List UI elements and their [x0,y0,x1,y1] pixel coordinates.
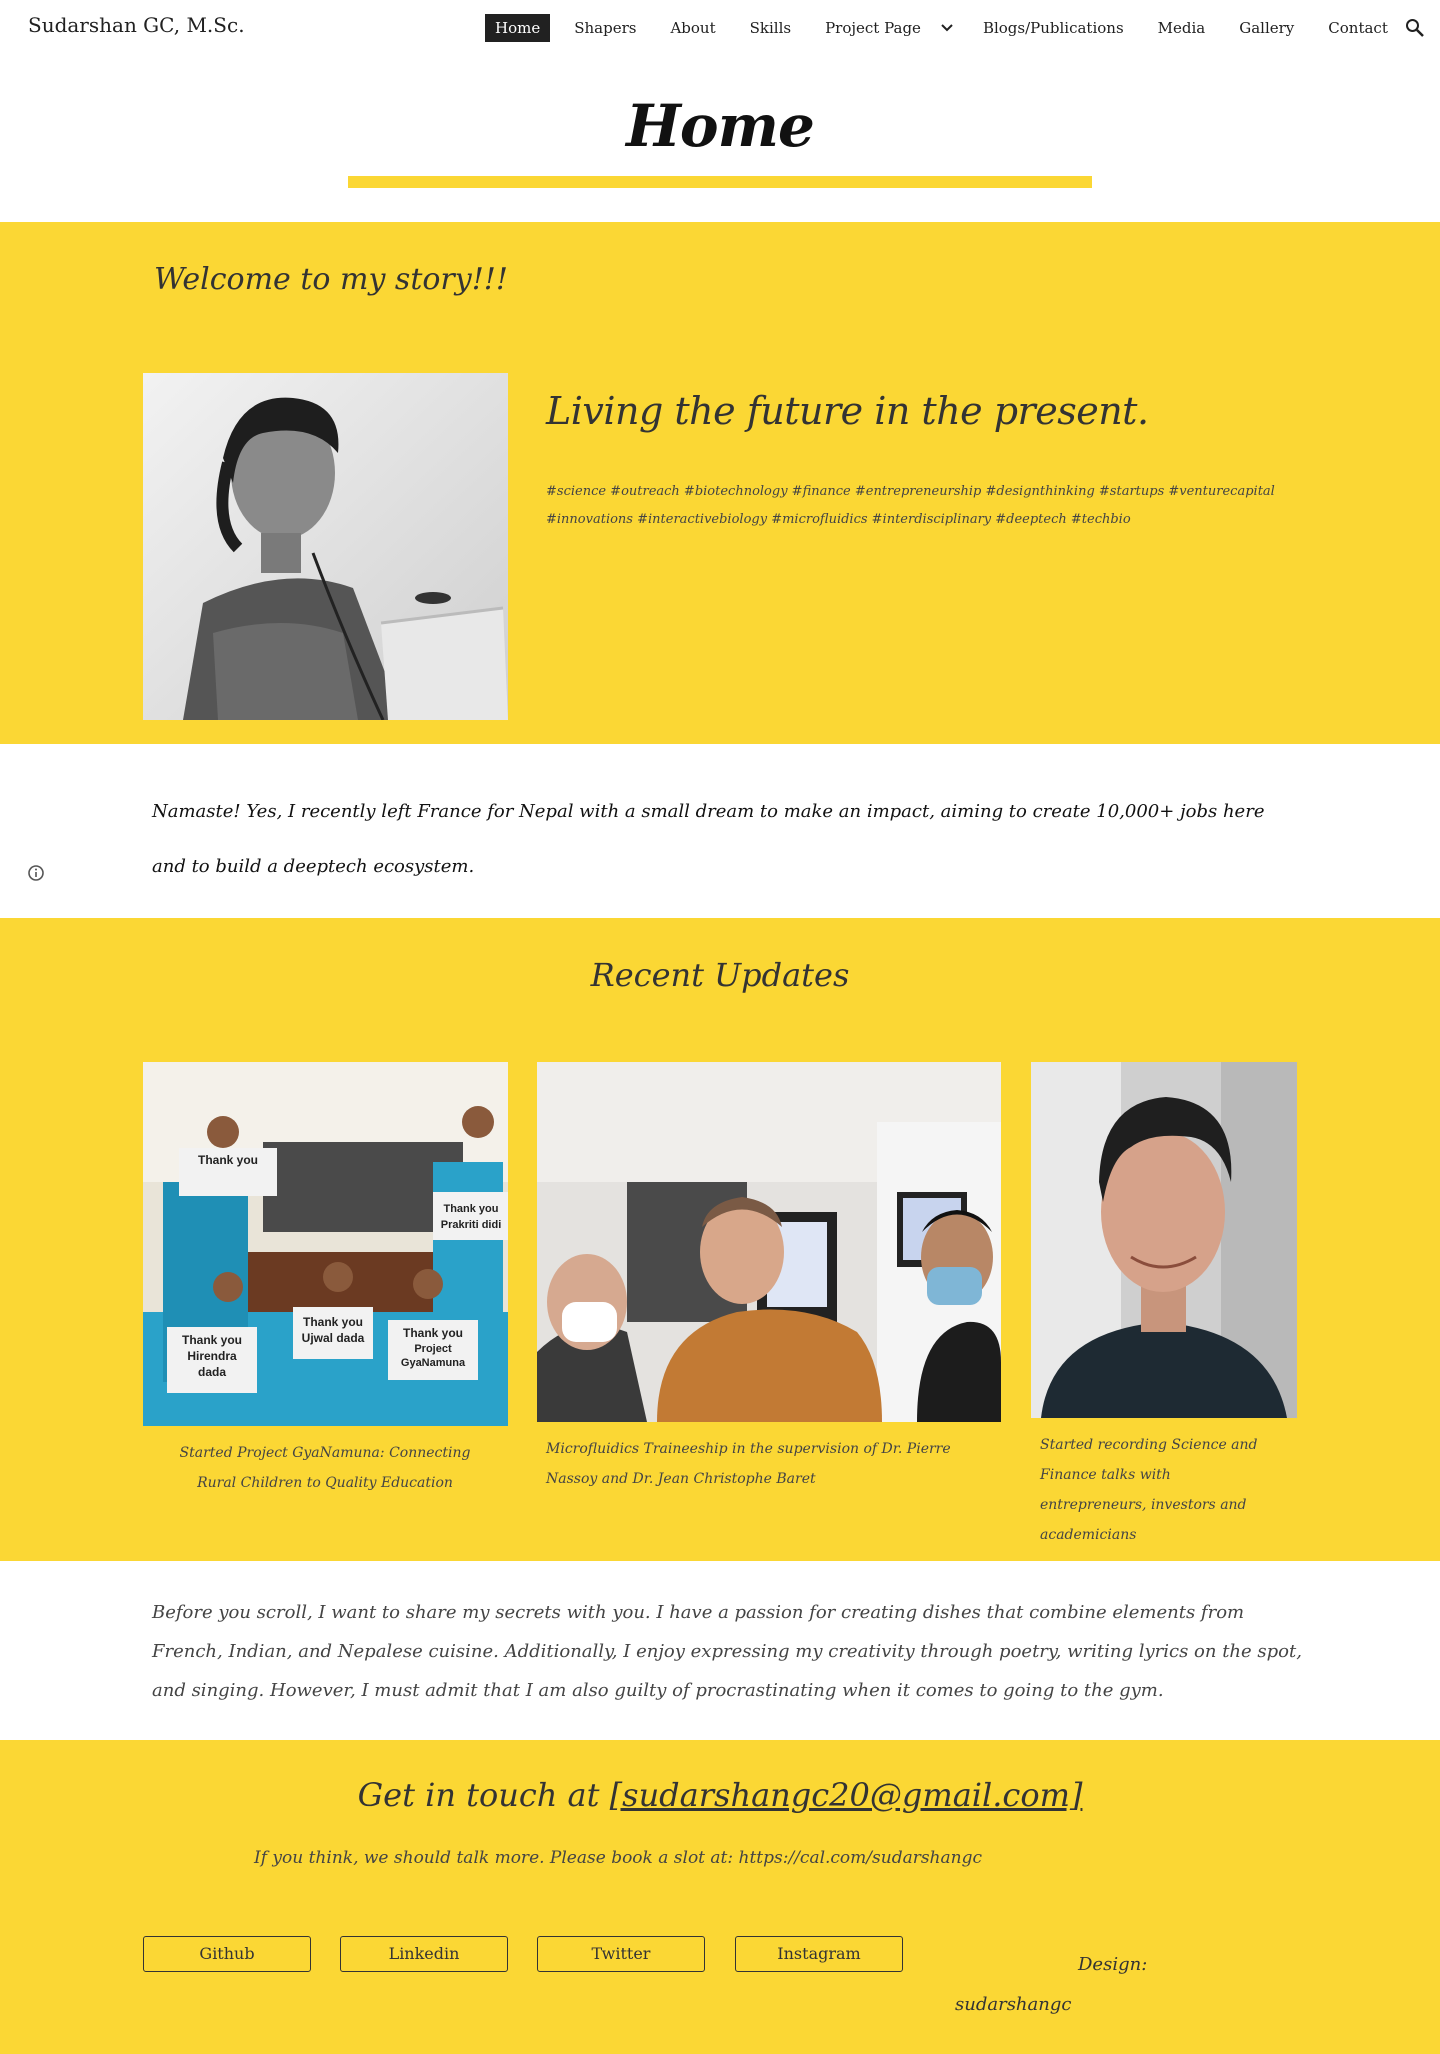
main-nav: Home Shapers About Skills Project Page B… [485,13,1412,43]
svg-text:Project: Project [414,1343,452,1355]
nav-item-shapers[interactable]: Shapers [564,14,646,42]
intro-section: Namaste! Yes, I recently left France for… [0,744,1440,918]
nav-item-about[interactable]: About [660,14,725,42]
talks-recording-photo [1031,1062,1297,1418]
search-icon[interactable] [1403,16,1427,40]
title-underline [348,176,1092,188]
svg-text:dada: dada [198,1365,226,1379]
github-button[interactable]: Github [143,1936,311,1972]
booking-text[interactable]: If you think, we should talk more. Pleas… [254,1848,982,1868]
contact-heading: Get in touch at [sudarshangc20@gmail.com… [0,1776,1440,1814]
nav-item-home[interactable]: Home [485,14,551,42]
linkedin-button[interactable]: Linkedin [340,1936,508,1972]
svg-text:Thank you: Thank you [303,1315,363,1329]
svg-text:Thank you: Thank you [403,1326,463,1340]
svg-text:Hirendra: Hirendra [187,1349,237,1363]
svg-text:Prakriti didi: Prakriti didi [441,1219,502,1231]
design-label: Design: [1078,1954,1148,1975]
update-caption-3: Started recording Science and Finance ta… [1040,1437,1258,1543]
sign-thank-you: Thank you [198,1153,258,1167]
contact-prefix: Get in touch at [357,1776,610,1814]
intro-text: Namaste! Yes, I recently left France for… [152,801,1265,877]
svg-text:Thank you: Thank you [182,1333,242,1347]
tagline: Living the future in the present. [546,389,1149,433]
page-title: Home [626,92,815,160]
contact-section: Get in touch at [sudarshangc20@gmail.com… [0,1740,1440,2054]
welcome-heading: Welcome to my story!!! [154,262,508,297]
top-navigation-bar: Sudarshan GC, M.Sc. Home Shapers About S… [0,0,1440,56]
recent-updates-title: Recent Updates [590,956,850,994]
svg-text:GyaNamuna: GyaNamuna [401,1357,466,1369]
update-caption-1: Started Project GyaNamuna: Connecting Ru… [179,1445,471,1491]
svg-text:Thank you: Thank you [443,1203,498,1215]
nav-item-gallery[interactable]: Gallery [1229,14,1304,42]
nav-item-skills[interactable]: Skills [740,14,801,42]
microfluidics-lab-photo [537,1062,1001,1422]
instagram-button[interactable]: Instagram [735,1936,903,1972]
nav-item-media[interactable]: Media [1148,14,1216,42]
site-title[interactable]: Sudarshan GC, M.Sc. [28,13,245,37]
twitter-button[interactable]: Twitter [537,1936,705,1972]
email-link[interactable]: [sudarshangc20@gmail.com] [610,1776,1083,1814]
nav-item-contact[interactable]: Contact [1318,14,1398,42]
gyanamuna-photo: Thank you Thank you Prakriti didi Thank … [143,1062,508,1426]
secrets-section: Before you scroll, I want to share my se… [0,1561,1440,1740]
portrait-photo [143,373,508,720]
secrets-text: Before you scroll, I want to share my se… [152,1602,1302,1701]
update-caption-2: Microfluidics Traineeship in the supervi… [546,1441,951,1487]
welcome-section: Welcome to my story!!! Living the future… [0,222,1440,744]
chevron-down-icon[interactable] [935,16,959,40]
info-icon[interactable] [27,864,45,882]
svg-text:Ujwal dada: Ujwal dada [302,1331,365,1345]
design-credit: sudarshangc [955,1994,1072,2015]
nav-item-blogs[interactable]: Blogs/Publications [973,14,1134,42]
nav-item-project-page[interactable]: Project Page [815,14,931,42]
hashtags: #science #outreach #biotechnology #finan… [546,484,1275,527]
recent-updates-section: Recent Updates Thank you Thank you Prakr… [0,918,1440,1561]
